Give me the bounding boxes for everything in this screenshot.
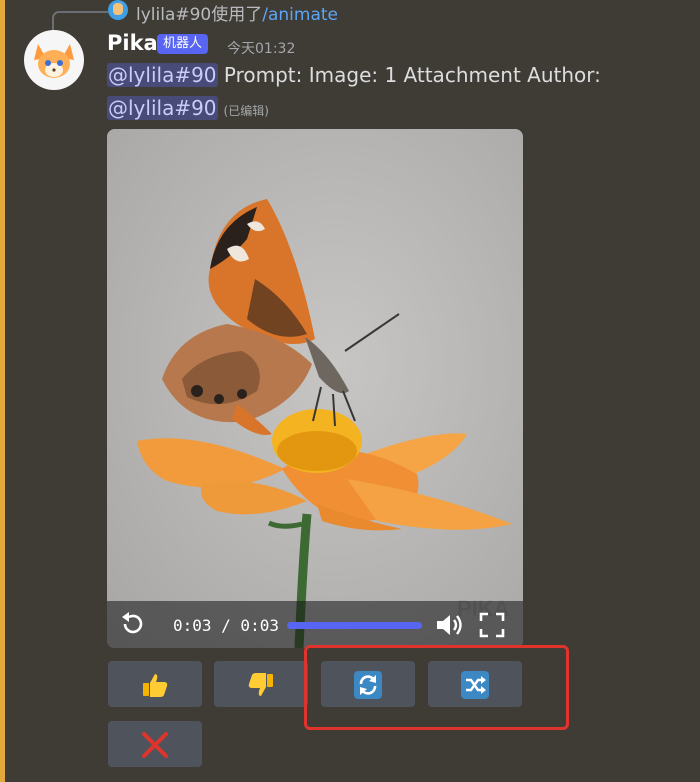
close-x-icon (142, 732, 168, 758)
close-button[interactable] (108, 721, 202, 767)
author-name[interactable]: Pika (107, 31, 158, 55)
message-text: Prompt: Image: 1 Attachment Author: (217, 63, 601, 87)
volume-icon (437, 615, 462, 635)
video-attachment[interactable]: PIKA 0:03 / 0:03 (107, 129, 523, 648)
bot-badge: 机器人 (157, 34, 209, 54)
message-content-line2: @lylila#90 (已编辑) (107, 96, 269, 120)
edited-label: (已编辑) (223, 104, 269, 118)
volume-button[interactable] (435, 611, 465, 639)
reply-context[interactable]: lylila#90使用了/animate (136, 0, 338, 25)
reply-connector (52, 11, 108, 31)
avatar[interactable] (24, 30, 84, 90)
mention-author[interactable]: @lylila#90 (107, 96, 218, 120)
fullscreen-icon (479, 612, 505, 638)
replay-icon (122, 612, 143, 634)
reply-avatar[interactable] (108, 0, 128, 20)
replay-button[interactable] (119, 612, 145, 638)
message-content-line1: @lylila#90 Prompt: Image: 1 Attachment A… (107, 63, 601, 87)
red-highlight-box (304, 645, 569, 730)
video-frame: PIKA (107, 129, 523, 648)
reply-command[interactable]: /animate (262, 5, 338, 25)
reply-action: 使用了 (211, 5, 263, 25)
thumbs-up-button[interactable] (108, 661, 202, 707)
left-accent-bar (0, 0, 5, 782)
timestamp: 今天01:32 (227, 41, 296, 57)
video-controls: 0:03 / 0:03 (107, 601, 523, 648)
video-time: 0:03 / 0:03 (173, 616, 279, 635)
thumbs-down-button[interactable] (214, 661, 308, 707)
reply-username[interactable]: lylila#90 (136, 5, 211, 25)
mention[interactable]: @lylila#90 (107, 63, 218, 87)
video-progress-bar[interactable] (287, 622, 422, 629)
thumbs-up-icon (143, 674, 168, 697)
thumbs-down-icon (248, 673, 273, 696)
fullscreen-button[interactable] (479, 612, 505, 638)
